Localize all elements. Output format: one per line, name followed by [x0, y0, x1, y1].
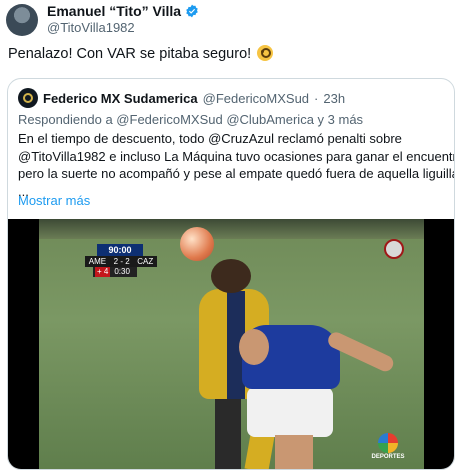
author-name-row: Emanuel “Tito” Villa — [47, 3, 199, 19]
soccer-ball — [180, 227, 214, 261]
quoted-tweet-header: Federico MX Sudamerica @FedericoMXSud · … — [18, 88, 345, 108]
blue-player-leg — [275, 435, 313, 469]
quoted-author-name: Federico MX Sudamerica — [43, 90, 198, 106]
blue-player-head — [239, 329, 269, 365]
added-time: + 4 — [95, 267, 111, 277]
separator-dot: · — [314, 90, 319, 106]
quoted-author-handle: @FedericoMXSud — [202, 90, 310, 106]
verified-badge-icon — [186, 4, 198, 18]
quoted-body-line: @TitoVilla1982 e incluso La Máquina tuvo… — [18, 148, 455, 164]
away-team: CAZ — [137, 257, 154, 266]
face-with-monocle-icon — [257, 45, 274, 61]
broadcaster-logo: DEPORTES — [371, 433, 405, 463]
quoted-body-line: En el tiempo de descuento, todo @CruzAzu… — [18, 131, 402, 146]
video-frame: 90:00 AME 2 - 2 CAZ + 4 0:30 DEPORTES — [39, 219, 424, 469]
tweet-text-content: Penalazo! Con VAR se pitaba seguro! — [8, 46, 252, 62]
match-clock: 90:00 — [97, 244, 143, 256]
quoted-tweet-time: 23h — [323, 90, 346, 106]
crowd-strip — [39, 219, 424, 239]
broadcaster-logo-text: DEPORTES — [371, 454, 405, 460]
score-line: AME 2 - 2 CAZ — [85, 256, 157, 267]
home-team: AME — [88, 257, 107, 266]
quoted-body-line: pero la suerte no acompañó y pese al emp… — [18, 166, 455, 181]
show-more-link[interactable]: Mostrar más — [18, 193, 90, 208]
yellow-player-leg — [215, 399, 241, 469]
added-time-bar: + 4 0:30 — [93, 267, 137, 277]
tweet-text: Penalazo! Con VAR se pitaba seguro! — [8, 45, 274, 62]
quoted-author-avatar — [18, 88, 38, 108]
replying-to-line: Respondiendo a @FedericoMXSud @ClubAmeri… — [18, 112, 364, 127]
score: 2 - 2 — [113, 257, 130, 266]
video-player[interactable]: 90:00 AME 2 - 2 CAZ + 4 0:30 DEPORTES — [8, 219, 454, 469]
extra-clock: 0:30 — [114, 267, 130, 276]
blue-player-shorts — [247, 387, 333, 437]
author-avatar[interactable] — [6, 4, 38, 36]
yellow-player-head — [211, 259, 251, 293]
quoted-tweet-body: En el tiempo de descuento, todo @CruzAzu… — [18, 130, 455, 200]
broadcaster-ring-icon — [378, 433, 398, 453]
channel-logo-icon — [384, 239, 404, 259]
quoted-tweet-card[interactable]: Federico MX Sudamerica @FedericoMXSud · … — [7, 78, 455, 470]
author-handle[interactable]: @TitoVilla1982 — [47, 20, 135, 35]
author-display-name[interactable]: Emanuel “Tito” Villa — [47, 3, 181, 19]
scoreboard-overlay: 90:00 AME 2 - 2 CAZ + 4 0:30 — [85, 244, 157, 278]
